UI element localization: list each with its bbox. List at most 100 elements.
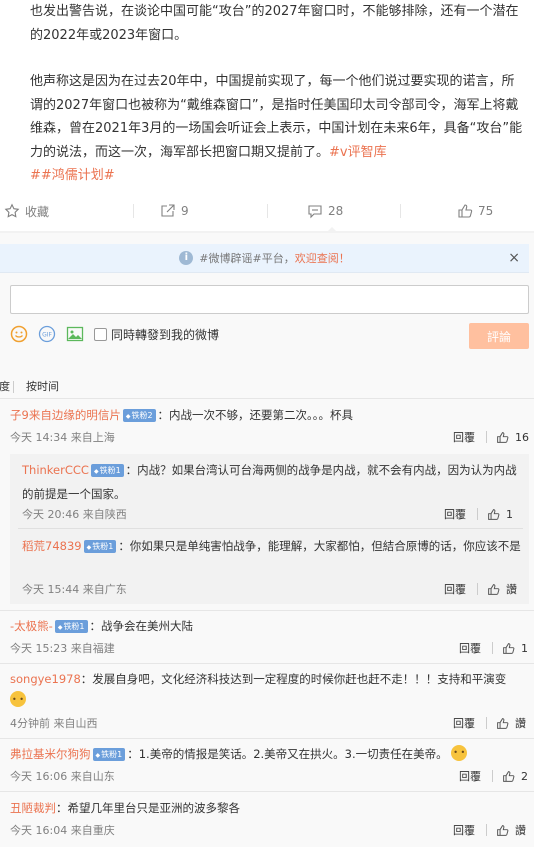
- repost-checkbox[interactable]: [94, 327, 107, 341]
- thumbs-up-icon[interactable]: [496, 824, 509, 837]
- reply-username[interactable]: 稻荒74839: [22, 539, 82, 553]
- comment-text: ：希望几年里台只是亚洲的波多黎各: [56, 801, 240, 815]
- notice-link[interactable]: 欢迎查阅！: [295, 250, 350, 266]
- notice-text: #微博辟谣#平台，: [199, 252, 295, 265]
- comment-section-top-border: [0, 231, 534, 233]
- reply-button[interactable]: 回覆: [453, 822, 475, 838]
- reply-actions: 回覆 1: [444, 506, 513, 522]
- info-icon: i: [179, 251, 194, 265]
- action-divider: [133, 204, 134, 218]
- action-divider: [477, 508, 478, 520]
- thumbs-up-icon[interactable]: [502, 642, 515, 655]
- comment-divider: [0, 791, 534, 792]
- comment-actions: 回覆 讚: [453, 822, 526, 838]
- reply-button[interactable]: 回覆: [459, 640, 481, 656]
- comment-meta: 今天 14:34 来自上海: [10, 431, 115, 444]
- reply-text: ：你如果只是单纯害怕战争，能理解，大家都怕，但結合原博的话，你应该不是: [118, 539, 521, 553]
- reply-button[interactable]: 回覆: [453, 715, 475, 731]
- reply-button[interactable]: 回覆: [444, 506, 466, 522]
- thumbs-up-icon[interactable]: [496, 431, 509, 444]
- comment-actions: 回覆 2: [459, 768, 528, 784]
- favorite-button[interactable]: 收藏: [4, 203, 49, 220]
- submit-comment-button[interactable]: 評論: [469, 323, 529, 349]
- reply-like-count: 讚: [506, 583, 517, 596]
- comment-divider: [0, 738, 534, 739]
- sort-row-divider: [0, 398, 534, 399]
- thumbs-up-icon[interactable]: [502, 770, 515, 783]
- fan-badge: 铁粉1: [54, 620, 88, 633]
- post-body: 也发出警告说，在谈论中国可能“攻台”的2027年窗口时，不能够排除，还有一个潜在…: [30, 0, 525, 188]
- comment-item: songye1978：发展自身吧，文化经济科技达到一定程度的时候你赶也赶不走！！…: [10, 669, 528, 711]
- gif-icon[interactable]: GIF: [38, 325, 56, 343]
- like-button[interactable]: 75: [457, 203, 493, 219]
- reply-like-count: 1: [506, 507, 513, 521]
- comment-username[interactable]: -太极熊-: [10, 619, 53, 633]
- action-divider: [477, 583, 478, 595]
- comment-divider: [0, 663, 534, 664]
- comment-username[interactable]: 丑陋裁判: [10, 801, 56, 815]
- comment-meta: 今天 15:23 来自福建: [10, 642, 115, 655]
- comment-item: 子9来自边缘的明信片铁粉2：内战一次不够，还要第二次。。。杯具: [10, 405, 525, 425]
- smile-emoji-icon: [451, 743, 468, 763]
- action-divider: [486, 717, 487, 729]
- thumbs-up-icon: [458, 204, 473, 218]
- comment-like-count: 2: [521, 769, 528, 783]
- hashtag-vpingzhiku[interactable]: #v评智库: [329, 145, 387, 160]
- reply-username[interactable]: ThinkerCCC: [22, 463, 89, 477]
- composer-toolbar: GIF 同時轉發到我的微博: [10, 322, 529, 346]
- hashtag-hongru-plan[interactable]: ##鸿儒计划#: [30, 168, 115, 183]
- reply-divider: [18, 528, 523, 529]
- emoji-icon[interactable]: [10, 325, 28, 343]
- svg-text:GIF: GIF: [42, 332, 52, 339]
- comment-meta: 今天 16:04 来自重庆: [10, 824, 115, 837]
- repost-button[interactable]: 9: [160, 203, 189, 219]
- smile-emoji-icon: [10, 689, 26, 710]
- reply-item: ThinkerCCC铁粉1：内战？如果台湾认可台海两侧的战争是内战，就不会有内战…: [22, 458, 522, 506]
- comment-text: ：战争会在美州大陆: [89, 619, 194, 633]
- reply-meta: 今天 20:46 来自陕西: [22, 508, 127, 521]
- reply-button[interactable]: 回覆: [444, 581, 466, 597]
- comment-actions: 回覆 1: [459, 640, 528, 656]
- comment-like-count: 讚: [515, 824, 526, 837]
- reply-button[interactable]: 回覆: [459, 768, 481, 784]
- star-icon: [4, 203, 20, 218]
- repost-checkbox-label: 同時轉發到我的微博: [111, 327, 220, 342]
- comment-text: ：发展自身吧，文化经济科技达到一定程度的时候你赶也赶不走！！！支持和平演变: [80, 672, 507, 686]
- action-divider: [492, 770, 493, 782]
- comment-username[interactable]: songye1978: [10, 672, 81, 686]
- fan-badge: 铁粉1: [90, 464, 124, 477]
- fan-badge: 铁粉1: [92, 748, 126, 761]
- reply-button[interactable]: 回覆: [453, 429, 475, 445]
- comment-button[interactable]: 28: [307, 203, 343, 219]
- comment-item: 弗拉基米尔狗狗铁粉1：1.美帝的情报是笑话。2.美帝又在拱火。3.一切责任在美帝…: [10, 743, 528, 764]
- action-divider: [486, 824, 487, 836]
- reply-meta: 今天 15:44 来自广东: [22, 583, 127, 596]
- comment-icon: [308, 205, 322, 219]
- thumbs-up-icon[interactable]: [487, 508, 500, 521]
- comment-username[interactable]: 子9来自边缘的明信片: [10, 408, 121, 422]
- rumor-notice-banner: i #微博辟谣#平台， 欢迎查阅！ ×: [0, 244, 529, 273]
- close-icon[interactable]: ×: [508, 250, 520, 266]
- comment-text: ：内战一次不够，还要第二次。。。杯具: [157, 408, 354, 422]
- image-icon[interactable]: [66, 325, 84, 343]
- comment-count: 28: [328, 204, 344, 218]
- repost-count: 9: [181, 204, 189, 218]
- post-paragraph-2: 他声称这是因为在过去20年中，中国提前实现了，每一个他们说过要实现的诺言，所谓的…: [30, 74, 523, 183]
- post-paragraph-1: 也发出警告说，在谈论中国可能“攻台”的2027年窗口时，不能够排除，还有一个潜在…: [30, 4, 519, 43]
- thumbs-up-icon[interactable]: [487, 583, 500, 596]
- comment-username[interactable]: 弗拉基米尔狗狗: [10, 747, 91, 761]
- sort-by-heat[interactable]: 度: [0, 378, 10, 394]
- fan-badge: 铁粉1: [83, 540, 117, 553]
- comment-input[interactable]: [10, 285, 529, 314]
- comment-item: -太极熊-铁粉1：战争会在美州大陆: [10, 616, 525, 636]
- comment-actions: 回覆 16: [453, 429, 529, 445]
- sort-by-time[interactable]: 按时间: [26, 378, 59, 394]
- action-divider: [400, 204, 401, 218]
- reply-actions: 回覆 讚: [444, 581, 517, 597]
- comment-text: ：1.美帝的情报是笑话。2.美帝又在拱火。3.一切责任在美帝。: [127, 747, 448, 761]
- thumbs-up-icon[interactable]: [496, 717, 509, 730]
- action-divider: [492, 642, 493, 654]
- favorite-label: 收藏: [25, 204, 50, 219]
- action-divider: [486, 431, 487, 443]
- comment-actions: 回覆 讚: [453, 715, 526, 731]
